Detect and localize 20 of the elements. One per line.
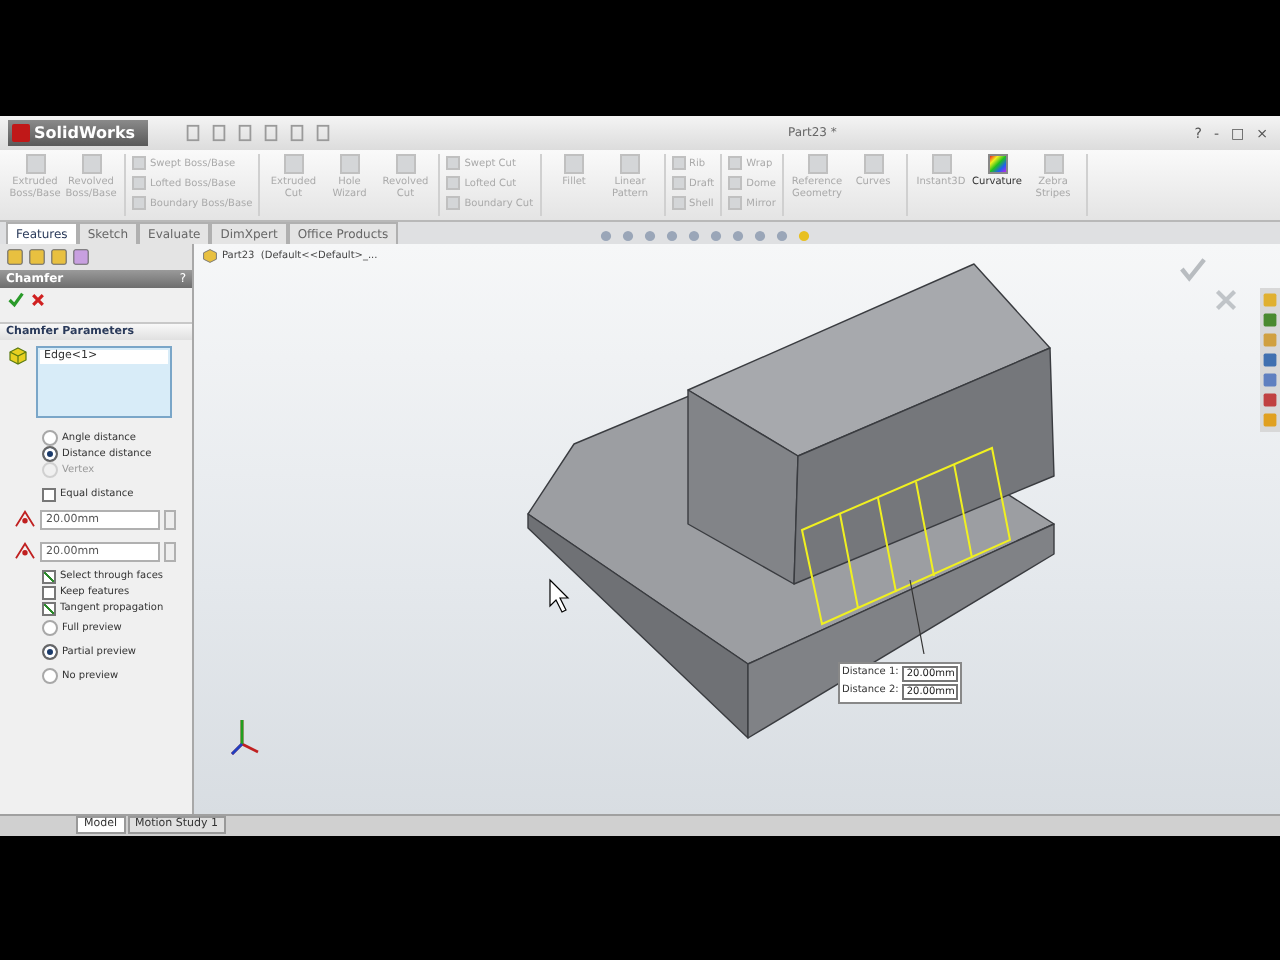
part-icon [202, 248, 218, 264]
checkmark-icon[interactable] [8, 292, 24, 308]
cube-icon [8, 346, 28, 366]
close-icon[interactable] [30, 292, 46, 308]
cursor-icon [549, 578, 570, 613]
radio-button[interactable] [42, 620, 58, 636]
radio-button[interactable] [42, 430, 58, 446]
radio-button[interactable] [42, 668, 58, 684]
checkbox[interactable] [42, 585, 56, 599]
radio-button[interactable] [42, 446, 58, 462]
app-logo[interactable]: SolidWorks [8, 120, 148, 146]
distance-icon [14, 510, 36, 528]
leader-line [909, 579, 925, 655]
checkmark-icon[interactable] [1180, 256, 1206, 282]
checkbox[interactable] [42, 487, 56, 501]
checkbox[interactable] [42, 569, 56, 583]
distance-icon [14, 542, 36, 560]
triad-icon [230, 718, 260, 756]
radio-button[interactable] [42, 644, 58, 660]
checkbox[interactable] [42, 601, 56, 615]
